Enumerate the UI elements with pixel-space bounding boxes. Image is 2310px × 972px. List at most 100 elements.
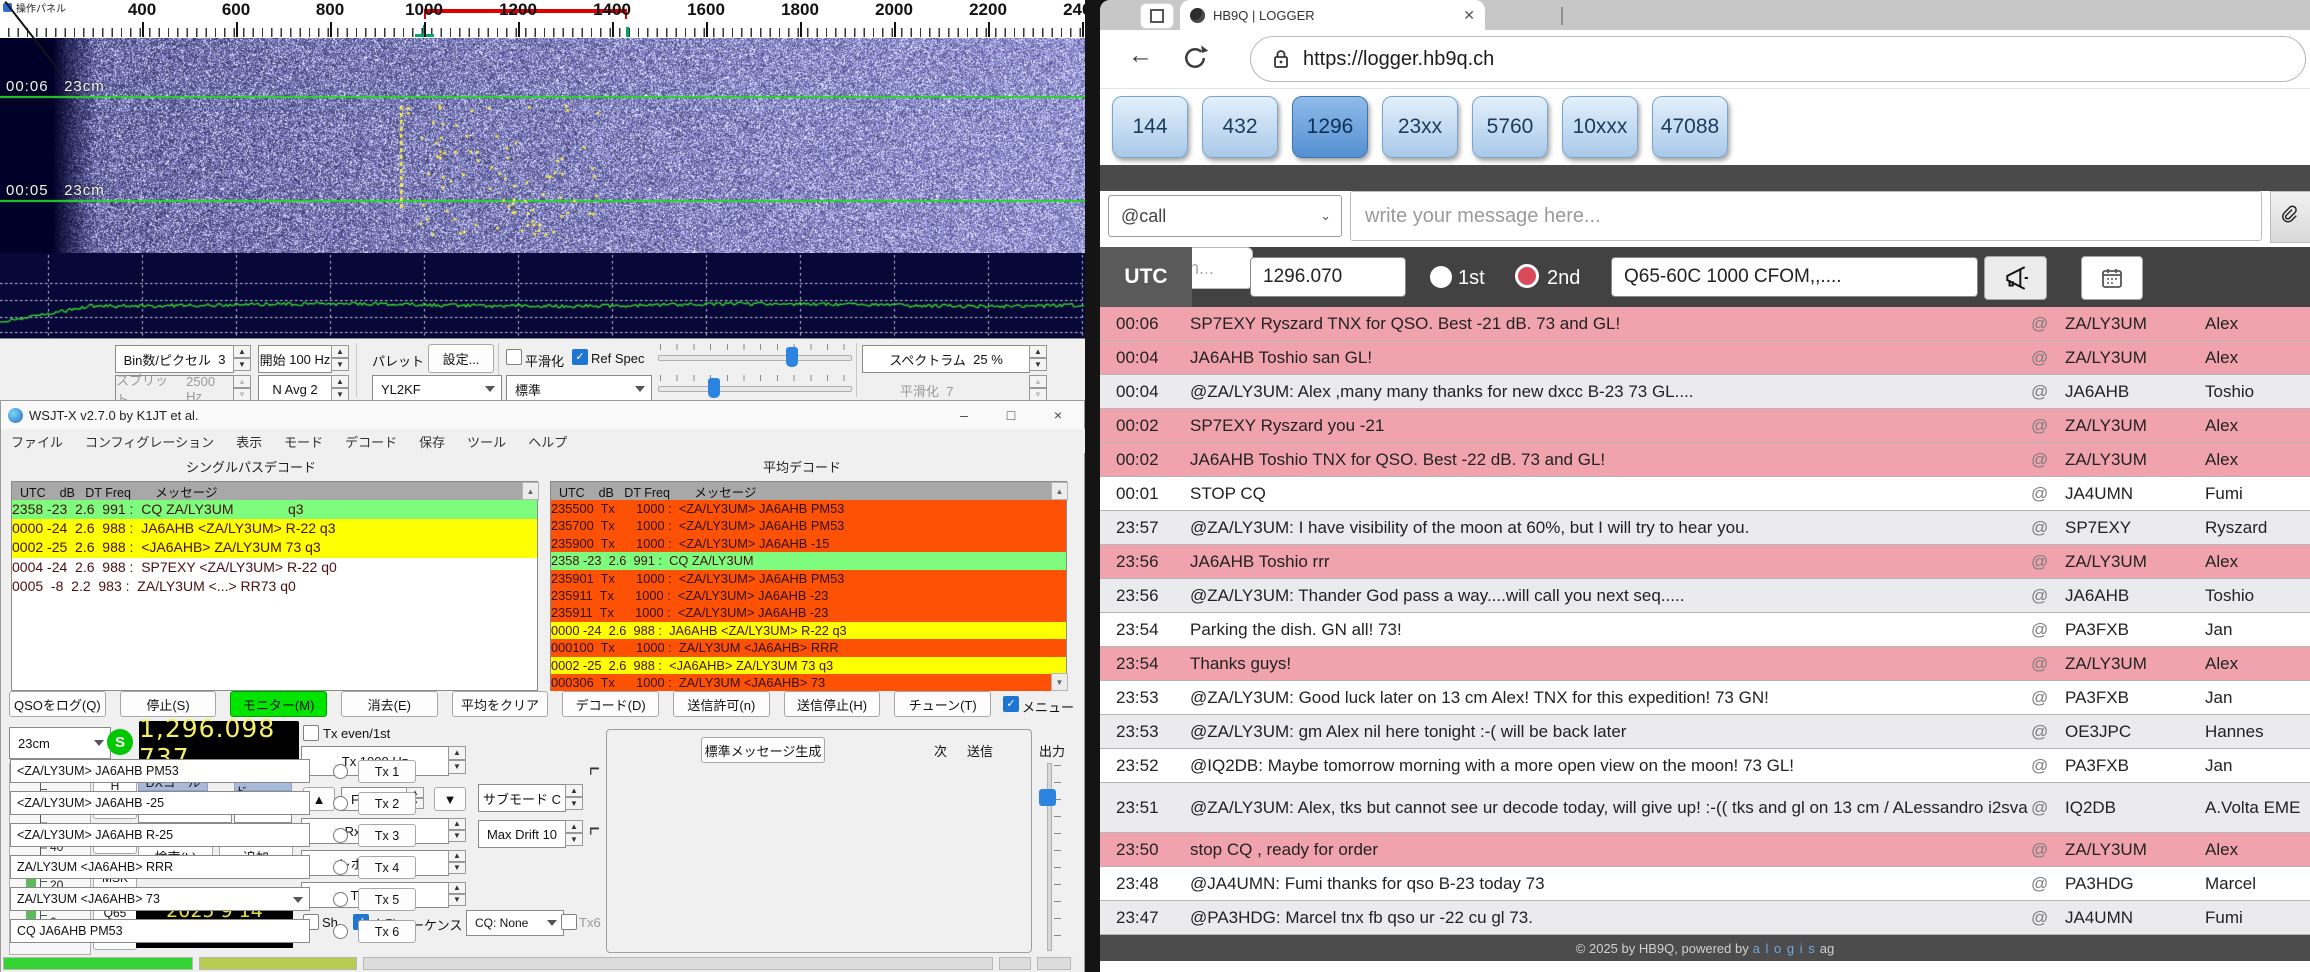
at-call-select[interactable]: @call⌄: [1108, 195, 1342, 237]
report-spin-buttons[interactable]: ▲▼: [448, 850, 466, 874]
calendar-button[interactable]: [2081, 256, 2143, 300]
url-bar[interactable]: https://logger.hb9q.ch: [1250, 36, 2306, 82]
tx-message-field[interactable]: ZA/LY3UM <JA6AHB> 73: [10, 887, 310, 911]
gain-slider[interactable]: [658, 355, 852, 361]
decode-row[interactable]: 0002 -25 2.6 988 : <JA6AHB> ZA/LY3UM 73 …: [12, 538, 537, 557]
submode-spinbox[interactable]: サブモード C: [478, 784, 566, 812]
avg-decode-list[interactable]: 235500 Tx 1000 : <ZA/LY3UM> JA6AHB PM532…: [551, 500, 1066, 691]
chat-callsign[interactable]: PA3FXB: [2065, 756, 2205, 776]
decode-row[interactable]: 235900 Tx 1000 : <ZA/LY3UM> JA6AHB -15: [551, 535, 1066, 552]
decode-row[interactable]: 235500 Tx 1000 : <ZA/LY3UM> JA6AHB PM53: [551, 500, 1066, 517]
chat-row[interactable]: 23:54 Parking the dish. GN all! 73! @ PA…: [1100, 613, 2310, 647]
maximize-button[interactable]: □: [991, 401, 1031, 428]
tx-send-button[interactable]: Tx 1: [358, 760, 416, 783]
palette-select[interactable]: YL2KF: [372, 375, 502, 403]
decode-row[interactable]: 235700 Tx 1000 : <ZA/LY3UM> JA6AHB PM53: [551, 517, 1066, 534]
menu-item[interactable]: 保存: [419, 432, 445, 451]
chat-callsign[interactable]: ZA/LY3UM: [2065, 840, 2205, 860]
tx-freq-spin-buttons[interactable]: ▲▼: [448, 746, 466, 774]
chat-row[interactable]: 00:01 STOP CQ @ JA4UMN Fumi: [1100, 477, 2310, 511]
chat-row[interactable]: 00:04 @ZA/LY3UM: Alex ,many many thanks …: [1100, 375, 2310, 409]
tx-next-radio[interactable]: [333, 892, 348, 907]
decode-row[interactable]: 0005 -8 2.2 983 : ZA/LY3UM <...> RR73 q0: [12, 577, 537, 596]
freq-down-button[interactable]: ▼: [434, 787, 466, 811]
chat-callsign[interactable]: JA6AHB: [2065, 586, 2205, 606]
tx-send-button[interactable]: Tx 4: [358, 856, 416, 879]
back-icon[interactable]: ←: [1128, 41, 1153, 70]
frequency-scale[interactable]: 4006008001000120014001600180020002200240…: [0, 0, 1085, 39]
band-button[interactable]: 144: [1112, 96, 1188, 158]
spectrum-spin-buttons[interactable]: ▲▼: [1029, 345, 1047, 371]
menu-item[interactable]: 表示: [236, 432, 262, 451]
tx-send-button[interactable]: Tx 5: [358, 888, 416, 911]
chat-callsign[interactable]: ZA/LY3UM: [2065, 654, 2205, 674]
decode-row[interactable]: 000306 Tx 1000 : ZA/LY3UM <JA6AHB> 73: [551, 674, 1066, 691]
waterfall-display[interactable]: [0, 38, 1085, 253]
chat-row[interactable]: 23:56 JA6AHB Toshio rrr @ ZA/LY3UM Alex: [1100, 545, 2310, 579]
chat-callsign[interactable]: ZA/LY3UM: [2065, 348, 2205, 368]
flatten-checkbox[interactable]: [506, 349, 522, 365]
tx-next-radio[interactable]: [333, 860, 348, 875]
chat-row[interactable]: 23:53 @ZA/LY3UM: Good luck later on 13 c…: [1100, 681, 2310, 715]
chat-row[interactable]: 23:54 Thanks guys! @ ZA/LY3UM Alex: [1100, 647, 2310, 681]
chat-row[interactable]: 23:50 stop CQ , ready for order @ ZA/LY3…: [1100, 833, 2310, 867]
band-button[interactable]: 5760: [1472, 96, 1548, 158]
chat-row[interactable]: 23:53 @ZA/LY3UM: gm Alex nil here tonigh…: [1100, 715, 2310, 749]
band-button[interactable]: 10xxx: [1562, 96, 1638, 158]
band-button[interactable]: 23xx: [1382, 96, 1458, 158]
spectrum-display[interactable]: [0, 253, 1085, 338]
decode-row[interactable]: 2358 -23 2.6 991 : CQ ZA/LY3UM q3: [12, 500, 537, 519]
action-button[interactable]: 消去(E): [341, 691, 438, 717]
tr-spin-buttons[interactable]: ▲▼: [448, 882, 466, 906]
chat-callsign[interactable]: JA4UMN: [2065, 484, 2205, 504]
generate-std-msgs-button[interactable]: 標準メッセージ生成: [701, 737, 825, 763]
single-decode-list[interactable]: 2358 -23 2.6 991 : CQ ZA/LY3UM q30000 -2…: [12, 500, 537, 596]
menu-item[interactable]: ファイル: [11, 432, 63, 451]
tab-close-icon[interactable]: ✕: [1463, 7, 1475, 24]
cq-frequency-input[interactable]: 1296.070: [1250, 257, 1406, 297]
chat-row[interactable]: 00:02 JA6AHB Toshio TNX for QSO. Best -2…: [1100, 443, 2310, 477]
chat-callsign[interactable]: PA3FXB: [2065, 688, 2205, 708]
bins-spin-buttons[interactable]: ▲▼: [233, 345, 251, 371]
tx-message-field[interactable]: CQ JA6AHB PM53: [10, 919, 310, 943]
chat-callsign[interactable]: PA3HDG: [2065, 874, 2205, 894]
start-freq-spinbox[interactable]: 開始 100 Hz: [258, 345, 332, 373]
decode-row[interactable]: 2358 -23 2.6 991 : CQ ZA/LY3UM: [551, 552, 1066, 569]
menus-checkbox[interactable]: ✓: [1003, 696, 1019, 712]
ref-spec-checkbox[interactable]: ✓: [572, 349, 588, 365]
cq-message-input[interactable]: Q65-60C 1000 CFOM,,....: [1611, 257, 1978, 297]
tx-even-checkbox[interactable]: [303, 725, 319, 741]
menu-item[interactable]: コンフィグレーション: [85, 432, 214, 451]
decode-row[interactable]: 0002 -25 2.6 988 : <JA6AHB> ZA/LY3UM 73 …: [551, 657, 1066, 674]
tx-message-field[interactable]: <ZA/LY3UM> JA6AHB R-25: [10, 823, 310, 847]
flatten-mode-select[interactable]: 標準: [506, 375, 652, 403]
menu-item[interactable]: モード: [284, 432, 323, 451]
chat-row[interactable]: 00:04 JA6AHB Toshio san GL! @ ZA/LY3UM A…: [1100, 341, 2310, 375]
action-button[interactable]: QSOをログ(Q): [9, 691, 106, 717]
tx-message-field[interactable]: <ZA/LY3UM> JA6AHB PM53: [10, 759, 310, 783]
chat-row[interactable]: 23:56 @ZA/LY3UM: Thander God pass a way.…: [1100, 579, 2310, 613]
chat-row[interactable]: 23:51 @ZA/LY3UM: Alex, tks but cannot se…: [1100, 783, 2310, 833]
first-period-radio[interactable]: [1430, 266, 1452, 288]
scroll-up-button[interactable]: ▲: [522, 482, 539, 500]
chat-callsign[interactable]: IQ2DB: [2065, 798, 2205, 818]
chat-callsign[interactable]: ZA/LY3UM: [2065, 314, 2205, 334]
rx-spin-buttons[interactable]: ▲▼: [448, 818, 466, 842]
action-button[interactable]: チューン(T): [894, 691, 991, 717]
spectrum-percent-spinbox[interactable]: スペクトラム 25 %: [862, 345, 1030, 373]
cq-select[interactable]: CQ: None: [466, 910, 564, 936]
chat-row[interactable]: 23:57 @ZA/LY3UM: I have visibility of th…: [1100, 511, 2310, 545]
scroll-down-button[interactable]: ▼: [1051, 673, 1068, 691]
new-tab-divider[interactable]: [1561, 7, 1563, 25]
chat-row[interactable]: 00:06 SP7EXY Ryszard TNX for QSO. Best -…: [1100, 307, 2310, 341]
decode-row[interactable]: 235911 Tx 1000 : <ZA/LY3UM> JA6AHB -23: [551, 604, 1066, 621]
chat-callsign[interactable]: OE3JPC: [2065, 722, 2205, 742]
pwr-slider-handle[interactable]: [1039, 789, 1056, 806]
tx-next-radio[interactable]: [333, 764, 348, 779]
menu-item[interactable]: ヘルプ: [528, 432, 567, 451]
decode-row[interactable]: 000100 Tx 1000 : ZA/LY3UM <JA6AHB> RRR: [551, 639, 1066, 656]
tx-next-radio[interactable]: [333, 828, 348, 843]
chat-callsign[interactable]: PA3FXB: [2065, 620, 2205, 640]
decode-row[interactable]: 235901 Tx 1000 : <ZA/LY3UM> JA6AHB PM53: [551, 570, 1066, 587]
tx-send-button[interactable]: Tx 2: [358, 792, 416, 815]
